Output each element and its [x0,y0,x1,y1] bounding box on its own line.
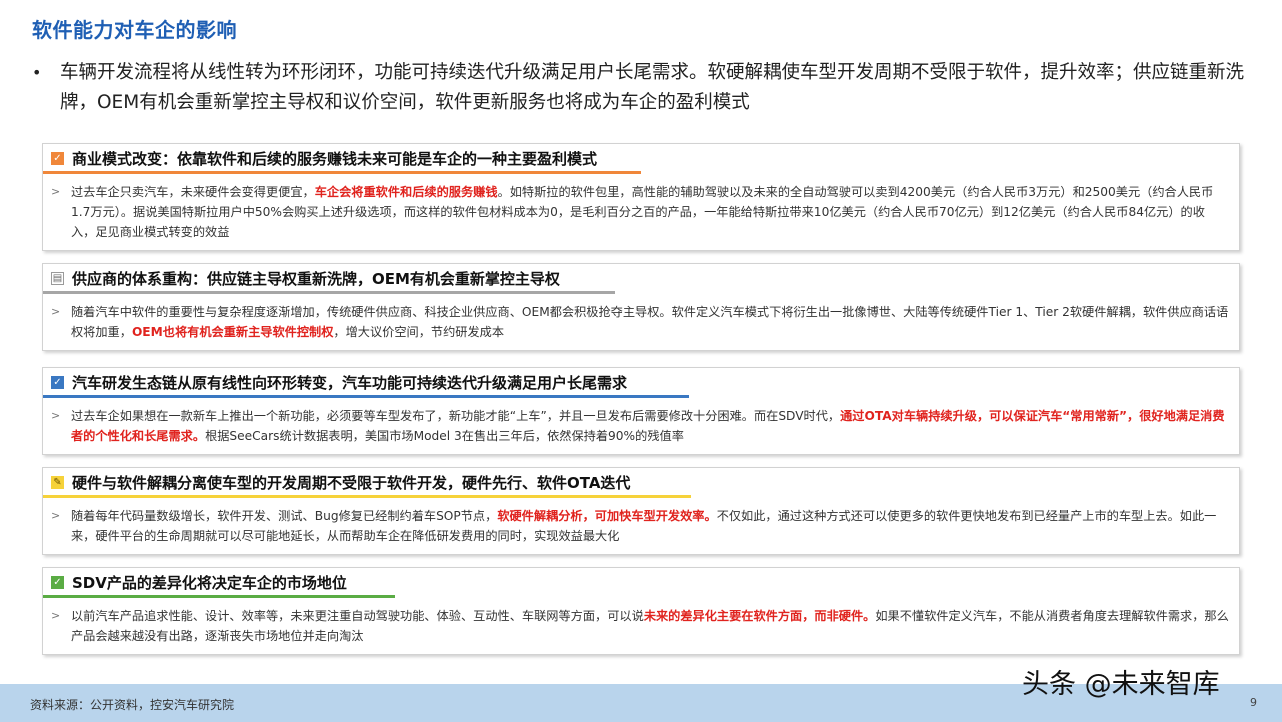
chevron-right-icon: > [51,509,61,522]
card-header: ✓ 商业模式改变：依靠软件和后续的服务赚钱未来可能是车企的一种主要盈利模式 [43,144,1239,174]
chevron-right-icon: > [51,409,61,422]
page-title: 软件能力对车企的影响 [32,18,237,42]
card-body-text: 过去车企只卖汽车，未来硬件会变得更便宜，车企会将重软件和后续的服务赚钱。如特斯拉… [71,182,1229,242]
card-body: > 随着汽车中软件的重要性与复杂程度逐渐增加，传统硬件供应商、科技企业供应商、O… [43,292,1239,350]
card-body-text: 以前汽车产品追求性能、设计、效率等，未来更注重自动驾驶功能、体验、互动性、车联网… [71,606,1229,646]
card-title: SDV产品的差异化将决定车企的市场地位 [72,573,347,592]
card-rd-ecosystem: ✓ 汽车研发生态链从原有线性向环形转变，汽车功能可持续迭代升级满足用户长尾需求 … [42,367,1240,455]
card-hw-sw-decoupling: ✎ 硬件与软件解耦分离使车型的开发周期不受限于软件开发，硬件先行、软件OTA迭代… [42,467,1240,555]
bullet-icon: • [32,63,42,82]
body-text-segment: 过去车企如果想在一款新车上推出一个新功能，必须要等车型发布了，新功能才能“上车”… [71,409,841,423]
body-text-segment: 根据SeeCars统计数据表明，美国市场Model 3在售出三年后，依然保持着9… [205,429,684,443]
card-header: ✓ SDV产品的差异化将决定车企的市场地位 [43,568,1239,598]
checkbox-icon: ✓ [51,575,64,589]
card-title-underline [43,171,641,174]
card-body-text: 过去车企如果想在一款新车上推出一个新功能，必须要等车型发布了，新功能才能“上车”… [71,406,1229,446]
card-title-underline [43,291,615,294]
highlight-text: 车企会将重软件和后续的服务赚钱 [314,185,498,199]
card-body: > 以前汽车产品追求性能、设计、效率等，未来更注重自动驾驶功能、体验、互动性、车… [43,596,1239,654]
highlight-text: 软硬件解耦分析，可加快车型开发效率。 [497,509,717,523]
intro-text: 车辆开发流程将从线性转为环形闭环，功能可持续迭代升级满足用户长尾需求。软硬解耦使… [60,62,1245,113]
page-number: 9 [1250,696,1257,709]
card-sdv-differentiation: ✓ SDV产品的差异化将决定车企的市场地位 > 以前汽车产品追求性能、设计、效率… [42,567,1240,655]
highlight-text: OEM也将有机会重新主导软件控制权 [131,325,334,339]
card-title-underline [43,595,395,598]
card-header: ✎ 硬件与软件解耦分离使车型的开发周期不受限于软件开发，硬件先行、软件OTA迭代 [43,468,1239,498]
card-body-text: 随着汽车中软件的重要性与复杂程度逐渐增加，传统硬件供应商、科技企业供应商、OEM… [71,302,1229,342]
card-title: 供应商的体系重构：供应链主导权重新洗牌，OEM有机会重新掌控主导权 [72,269,560,288]
chevron-right-icon: > [51,305,61,318]
chevron-right-icon: > [51,609,61,622]
card-title: 硬件与软件解耦分离使车型的开发周期不受限于软件开发，硬件先行、软件OTA迭代 [72,473,631,492]
card-body: > 随着每年代码量数级增长，软件开发、测试、Bug修复已经制约着车SOP节点，软… [43,496,1239,554]
intro-paragraph: • 车辆开发流程将从线性转为环形闭环，功能可持续迭代升级满足用户长尾需求。软硬解… [30,58,1258,118]
source-note: 资料来源：公开资料，控安汽车研究院 [30,698,235,712]
card-title-underline [43,395,689,398]
body-text-segment: 以前汽车产品追求性能、设计、效率等，未来更注重自动驾驶功能、体验、互动性、车联网… [71,609,644,623]
card-body-text: 随着每年代码量数级增长，软件开发、测试、Bug修复已经制约着车SOP节点，软硬件… [71,506,1229,546]
chevron-right-icon: > [51,185,61,198]
watermark: 头条 @未来智库 [1022,669,1220,700]
checkbox-icon: ✓ [51,151,64,165]
body-text-segment: 过去车企只卖汽车，未来硬件会变得更便宜， [71,185,315,199]
chart-icon: ▤ [51,271,64,285]
card-title-underline [43,495,691,498]
card-header: ▤ 供应商的体系重构：供应链主导权重新洗牌，OEM有机会重新掌控主导权 [43,264,1239,294]
body-text-segment: ，增大议价空间，节约研发成本 [333,325,505,339]
footer-bar: 资料来源：公开资料，控安汽车研究院 头条 @未来智库 9 [0,669,1282,722]
card-title: 商业模式改变：依靠软件和后续的服务赚钱未来可能是车企的一种主要盈利模式 [72,149,598,168]
highlight-text: 未来的差异化主要在软件方面，而非硬件。 [643,609,876,623]
card-body: > 过去车企如果想在一款新车上推出一个新功能，必须要等车型发布了，新功能才能“上… [43,396,1239,454]
card-business-model: ✓ 商业模式改变：依靠软件和后续的服务赚钱未来可能是车企的一种主要盈利模式 > … [42,143,1240,251]
pencil-icon: ✎ [51,475,64,489]
card-supplier-system: ▤ 供应商的体系重构：供应链主导权重新洗牌，OEM有机会重新掌控主导权 > 随着… [42,263,1240,351]
card-title: 汽车研发生态链从原有线性向环形转变，汽车功能可持续迭代升级满足用户长尾需求 [72,373,628,392]
checkbox-icon: ✓ [51,375,64,389]
card-body: > 过去车企只卖汽车，未来硬件会变得更便宜，车企会将重软件和后续的服务赚钱。如特… [43,172,1239,250]
body-text-segment: 随着每年代码量数级增长，软件开发、测试、Bug修复已经制约着车SOP节点， [71,509,498,523]
card-header: ✓ 汽车研发生态链从原有线性向环形转变，汽车功能可持续迭代升级满足用户长尾需求 [43,368,1239,398]
